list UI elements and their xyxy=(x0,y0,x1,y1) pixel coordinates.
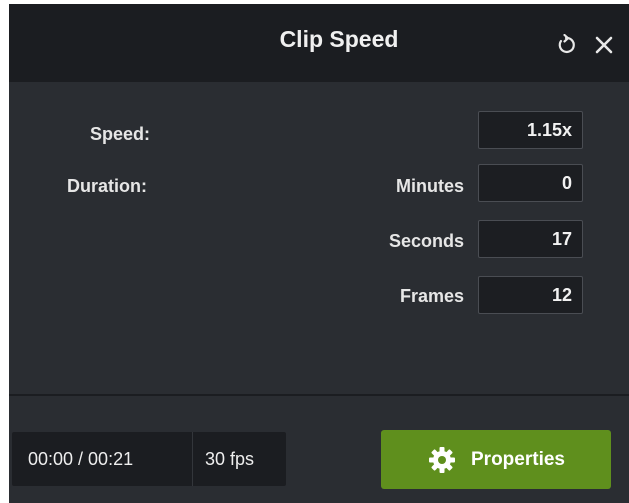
duration-label: Duration: xyxy=(67,176,147,196)
seconds-input[interactable] xyxy=(478,220,583,258)
frames-label: Frames xyxy=(399,286,464,306)
reset-icon[interactable] xyxy=(553,32,579,58)
panel-header: Clip Speed xyxy=(9,4,629,82)
speed-input[interactable] xyxy=(478,111,583,149)
speed-label: Speed: xyxy=(90,124,151,144)
footer-divider xyxy=(9,394,629,396)
fps-text: 30 fps xyxy=(205,448,255,469)
close-icon[interactable] xyxy=(591,32,617,58)
frames-input[interactable] xyxy=(478,276,583,314)
seconds-label: Seconds xyxy=(388,231,464,251)
properties-button[interactable]: Properties xyxy=(381,430,611,489)
gear-icon xyxy=(427,445,457,475)
minutes-label: Minutes xyxy=(395,176,464,196)
timecode-text: 00:00 / 00:21 xyxy=(28,448,134,469)
minutes-input[interactable] xyxy=(478,164,583,202)
properties-label: Properties xyxy=(471,448,565,470)
clip-speed-panel: Clip Speed Speed: Duration: Minutes Seco… xyxy=(9,4,629,503)
panel-title: Clip Speed xyxy=(279,26,399,52)
timecode-display: 00:00 / 00:21 30 fps xyxy=(12,432,286,486)
